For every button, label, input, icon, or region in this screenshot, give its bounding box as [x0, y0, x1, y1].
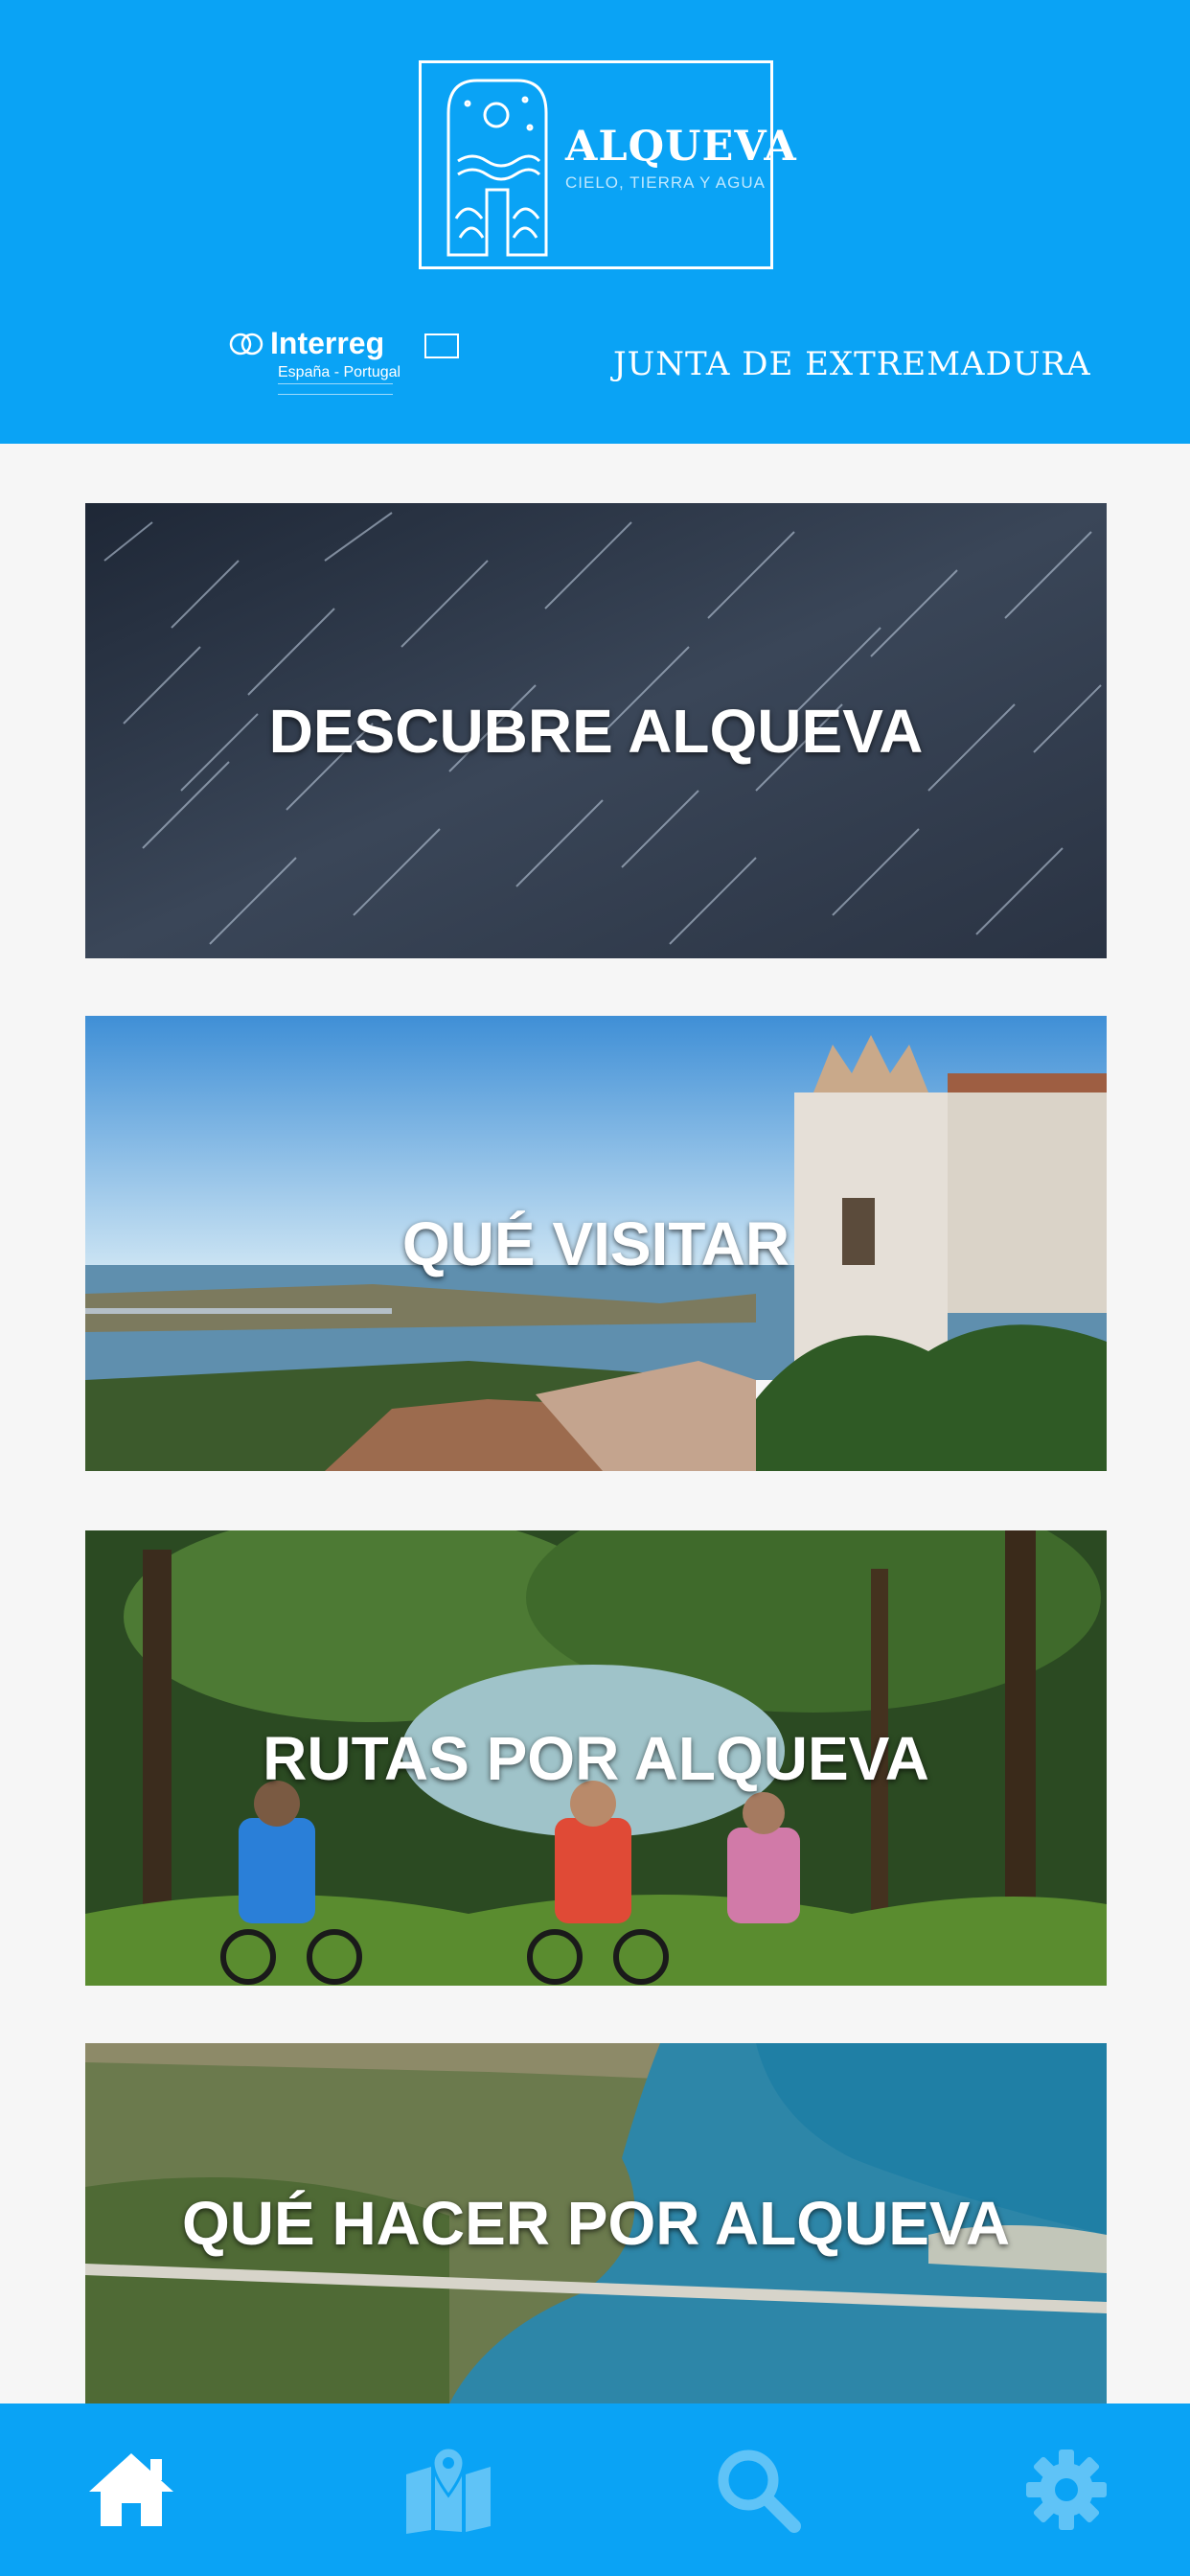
card-que-visitar[interactable]: QUÉ VISITAR [85, 1016, 1107, 1471]
home-icon [89, 2453, 173, 2526]
interreg-fine-print [278, 383, 393, 395]
interreg-logo: Interreg España - Portugal [228, 326, 468, 402]
card-rutas-por-alqueva[interactable]: RUTAS POR ALQUEVA [85, 1530, 1107, 1986]
eu-flag-icon [424, 334, 459, 358]
card-descubre-alqueva[interactable]: DESCUBRE ALQUEVA [85, 503, 1107, 958]
bottom-navigation-bar [0, 2404, 1190, 2576]
nav-search-button[interactable] [705, 2442, 811, 2538]
card-label: DESCUBRE ALQUEVA [268, 696, 924, 766]
interreg-name: Interreg [270, 326, 385, 360]
interreg-emblem-icon [229, 333, 263, 356]
gear-icon [1026, 2450, 1107, 2530]
card-label: QUÉ VISITAR [401, 1208, 790, 1278]
alqueva-logo: ALQUEVA CIELO, TIERRA Y AGUA [419, 60, 796, 269]
card-que-hacer-por-alqueva[interactable]: QUÉ HACER POR ALQUEVA [85, 2043, 1107, 2404]
nav-home-button[interactable] [79, 2442, 184, 2538]
map-icon [406, 2446, 491, 2534]
card-label: QUÉ HACER POR ALQUEVA [181, 2189, 1011, 2258]
logo-subtitle: CIELO, TIERRA Y AGUA [565, 173, 766, 192]
logo-title: ALQUEVA [565, 123, 797, 171]
nav-settings-button[interactable] [1014, 2442, 1119, 2538]
search-icon [718, 2450, 801, 2533]
nav-map-button[interactable] [396, 2442, 501, 2538]
app-header: ALQUEVA CIELO, TIERRA Y AGUA Interreg Es… [0, 0, 1190, 444]
interreg-country: España - Portugal [278, 364, 401, 380]
alqueva-logo-icon [446, 79, 548, 257]
junta-extremadura-logo: JUNTA DE EXTREMADURA [613, 345, 1091, 383]
card-label: RUTAS POR ALQUEVA [263, 1723, 929, 1793]
